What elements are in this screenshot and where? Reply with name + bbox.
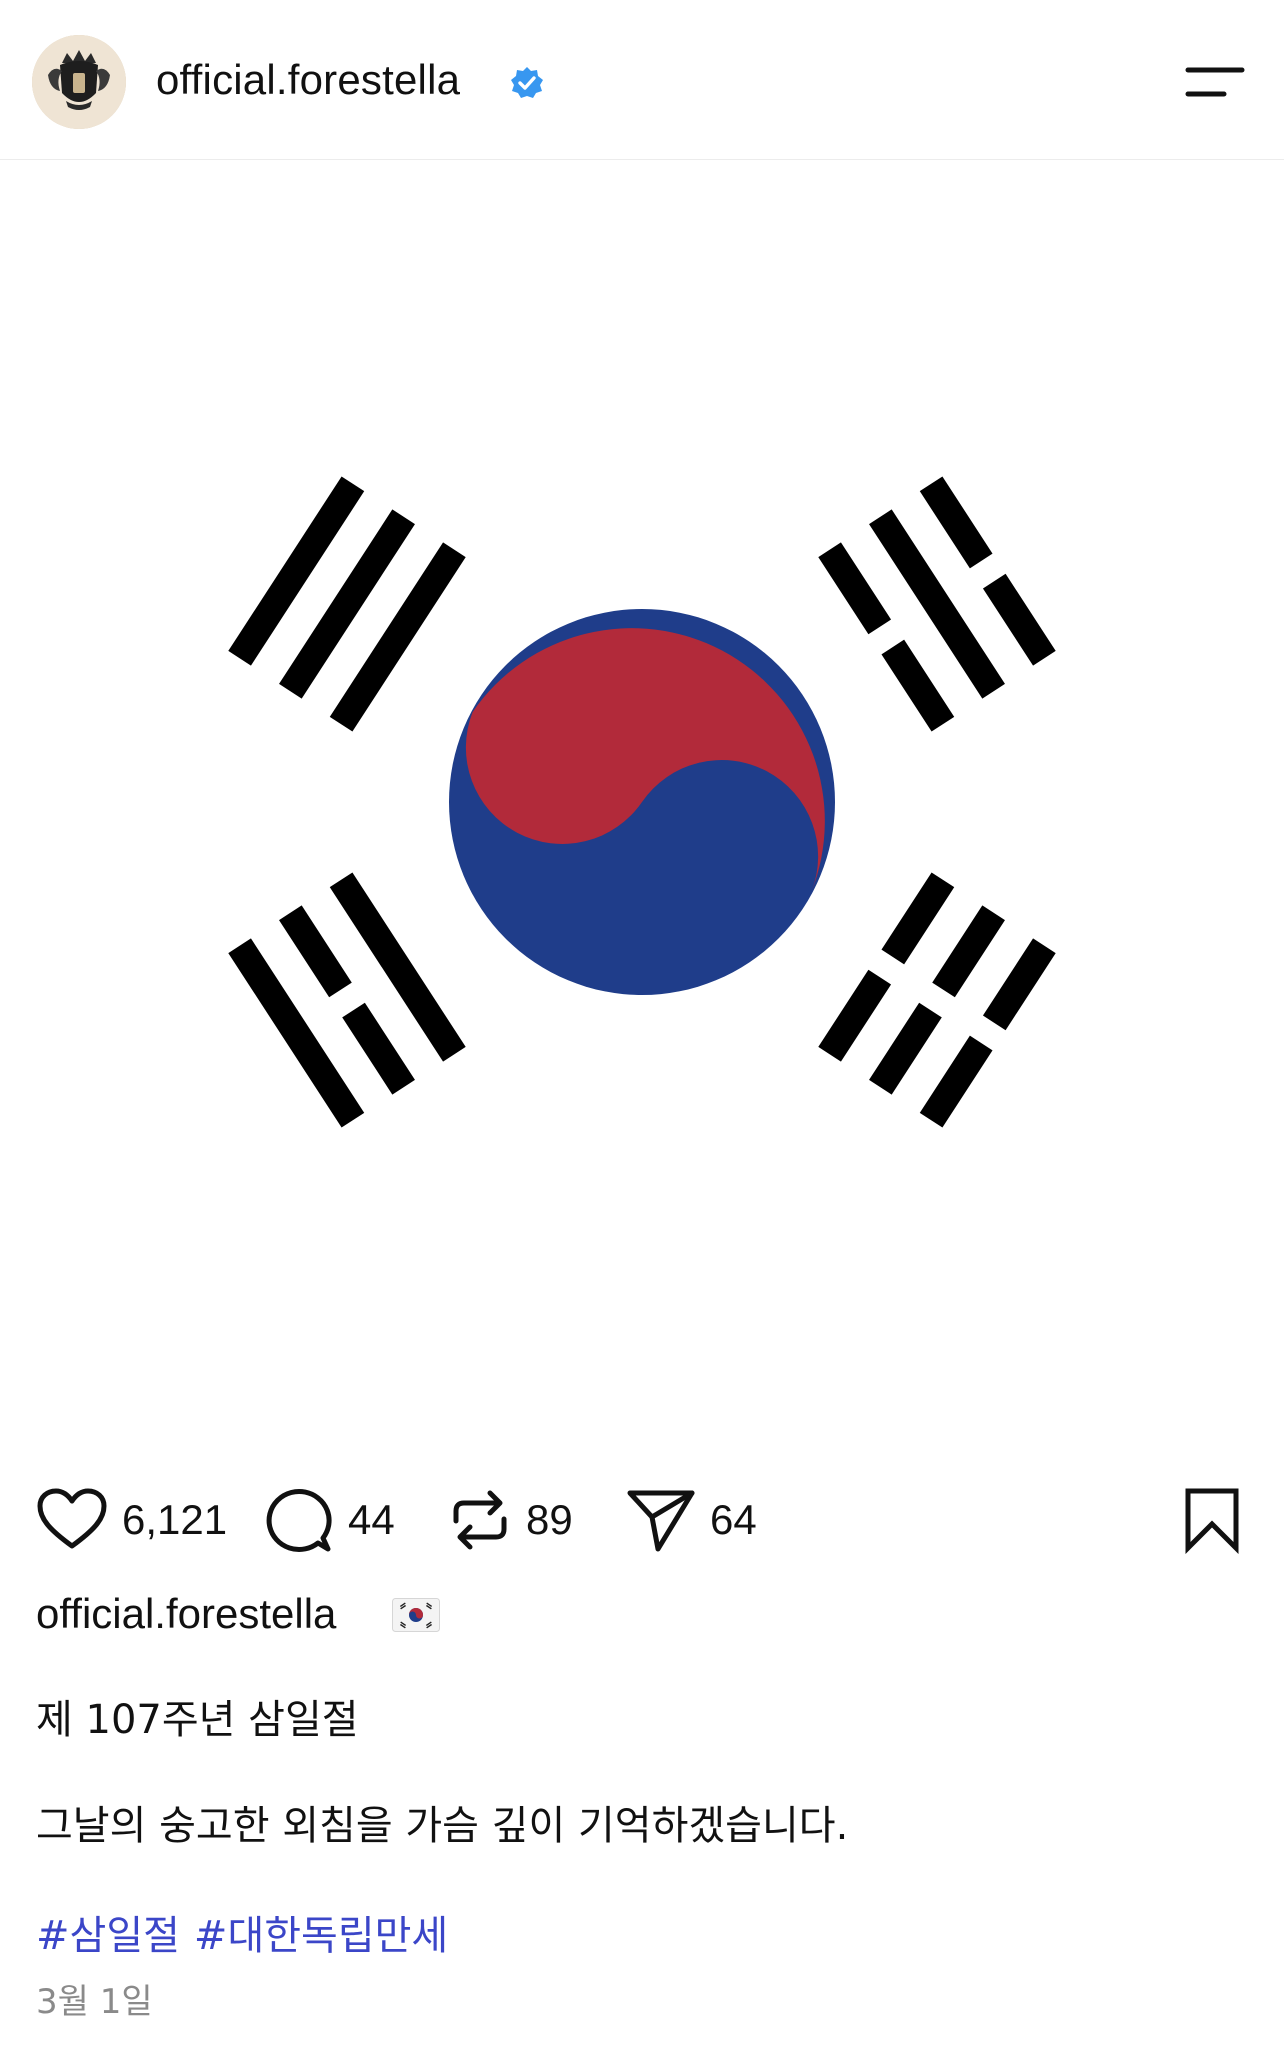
caption-username[interactable]: official.forestella: [36, 1588, 336, 1640]
header-username[interactable]: official.forestella: [156, 54, 460, 106]
post-header: official.forestella: [0, 0, 1284, 160]
repost-icon: [453, 1490, 507, 1550]
hashtag-link[interactable]: #삼일절: [36, 1913, 180, 1959]
repost-button[interactable]: 89: [448, 1480, 573, 1560]
like-button[interactable]: 6,121: [36, 1480, 227, 1560]
share-button[interactable]: 64: [626, 1480, 757, 1560]
profile-avatar[interactable]: [32, 35, 126, 129]
comment-bubble-icon: [266, 1489, 332, 1552]
comment-button[interactable]: 44: [266, 1480, 395, 1560]
post-image[interactable]: [0, 161, 1284, 1445]
action-bar: 6,121 44 89 64: [0, 1480, 1284, 1560]
heart-icon: [37, 1488, 107, 1549]
menu-icon[interactable]: [1180, 60, 1250, 104]
like-count: 6,121: [122, 1496, 228, 1543]
korea-flag-emoji-icon: [392, 1598, 440, 1632]
verified-badge-icon: [511, 67, 543, 98]
comment-count: 44: [348, 1496, 395, 1543]
post-date: 3월 1일: [36, 1982, 153, 2022]
hashtag-list: #삼일절 #대한독립만세: [36, 1910, 448, 1962]
caption-line-2: 그날의 숭고한 외침을 가슴 깊이 기억하겠습니다.: [36, 1803, 849, 1849]
send-icon: [627, 1490, 695, 1552]
hashtag-link[interactable]: #대한독립만세: [194, 1913, 448, 1959]
save-button[interactable]: [1182, 1480, 1242, 1560]
repost-count: 89: [526, 1496, 573, 1543]
bookmark-icon: [1185, 1488, 1239, 1554]
caption-line-1: 제 107주년 삼일절: [36, 1697, 359, 1743]
taeguk-symbol: [449, 609, 835, 995]
korean-flag-image: [0, 161, 1284, 1445]
share-count: 64: [710, 1496, 757, 1543]
crest-logo-icon: [32, 35, 126, 129]
